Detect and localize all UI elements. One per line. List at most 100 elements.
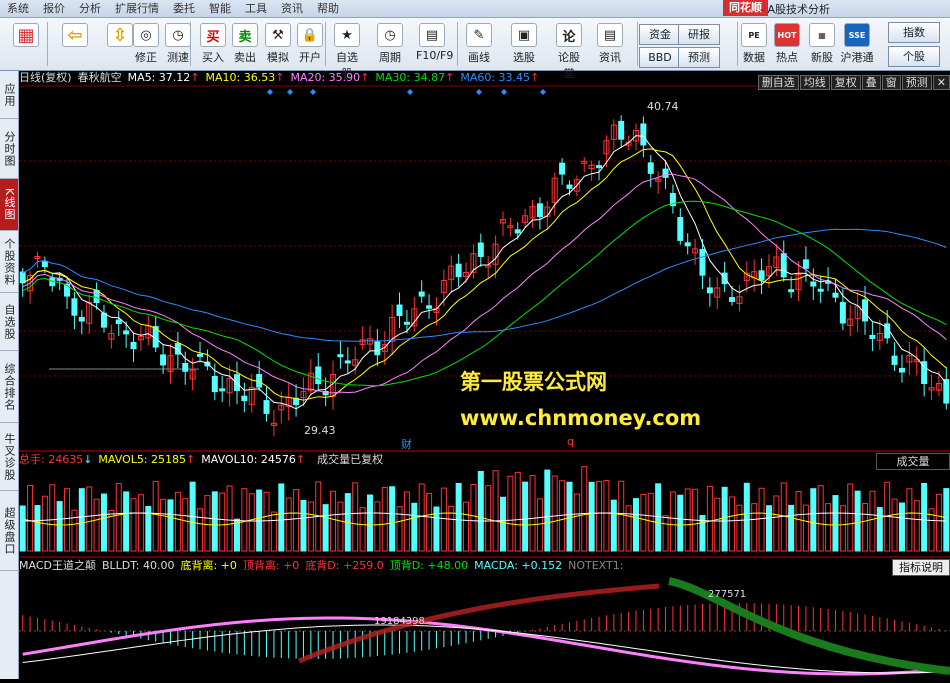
volume-bar — [152, 480, 159, 552]
volume-bar — [906, 488, 913, 552]
pen-button[interactable]: ✎ 画线 — [463, 20, 495, 68]
volume-bar — [293, 488, 300, 552]
news-button[interactable]: ▤ 资讯 — [594, 20, 626, 68]
nav-stock-profile[interactable]: 个股资料 — [0, 231, 18, 293]
simulate-button[interactable]: ⚒ 模拟 — [262, 20, 294, 68]
window-button[interactable]: 窗 — [881, 75, 901, 90]
select-stock-button[interactable]: ▣ 选股 — [508, 20, 540, 68]
sse-hkex-button[interactable]: SSE 沪港通 — [840, 20, 874, 68]
volume-bar — [876, 507, 883, 552]
candle-body — [241, 395, 248, 402]
lock-button[interactable]: 🔒 开户 — [294, 20, 326, 68]
fund-button[interactable]: 资金 — [639, 24, 681, 45]
back-arrow-button[interactable]: ⇦ — [55, 20, 95, 68]
volume-bar — [832, 495, 839, 552]
nav-kline[interactable]: K线图 — [0, 179, 18, 231]
volume-indicator-button[interactable]: 成交量 — [876, 453, 950, 470]
volume-bar — [869, 490, 876, 552]
star-icon: ★ — [334, 23, 360, 47]
candle-body — [677, 217, 684, 241]
clock-button[interactable]: ◷ 周期 — [374, 20, 406, 68]
kline-mode[interactable]: 日线(复权) — [19, 71, 72, 84]
volume-bar — [765, 505, 772, 552]
menu-analysis[interactable]: 分析 — [72, 0, 108, 17]
research-button[interactable]: 研报 — [678, 24, 720, 45]
menu-news[interactable]: 资讯 — [274, 0, 310, 17]
candle-body — [699, 248, 706, 276]
new-stock-button[interactable]: ▦ 新股 — [805, 20, 839, 68]
volume-bar — [810, 488, 817, 552]
indicator-help-button[interactable]: 指标说明 — [892, 559, 950, 576]
up-arrow-icon: ↑ — [445, 71, 455, 84]
ma-button[interactable]: 均线 — [799, 75, 830, 90]
mavol10-value: MAVOL10: 24576 — [201, 453, 296, 466]
candle-body — [71, 298, 78, 316]
sell-button[interactable]: 卖卖出 — [229, 20, 261, 68]
toolbar-label: 热点 — [776, 51, 798, 64]
volume-bar — [677, 494, 684, 552]
forecast-toolbar-button[interactable]: 预测 — [678, 47, 720, 68]
top-d-value: 顶背D: +48.00 — [389, 559, 469, 572]
volume-bar — [669, 491, 676, 552]
q-marker[interactable]: q — [567, 435, 574, 448]
stock-button[interactable]: 个股 — [888, 46, 940, 67]
nav-ranking[interactable]: 综合排名 — [0, 351, 18, 423]
volume-bar — [219, 492, 226, 552]
volume-bar — [248, 493, 255, 552]
candle-body — [477, 242, 484, 257]
correct-button[interactable]: ◎ 修正 — [130, 20, 162, 68]
notext-label: NOTEXT1: — [568, 559, 624, 572]
menu-system[interactable]: 系统 — [0, 0, 36, 17]
up-arrow-icon: ↑ — [186, 453, 196, 466]
nav-timeshare[interactable]: 分时图 — [0, 119, 18, 179]
volume-bar — [588, 481, 595, 552]
menu-help[interactable]: 帮助 — [310, 0, 346, 17]
volume-bar — [499, 496, 506, 552]
toolbar-label: 资讯 — [599, 51, 621, 64]
watermark-url: www.chnmoney.com — [460, 406, 702, 430]
forecast-button[interactable]: 预测 — [901, 75, 932, 90]
menu-trade[interactable]: 委托 — [166, 0, 202, 17]
pe-button[interactable]: PE 数据 — [737, 20, 771, 68]
hot-button[interactable]: HOT 热点 — [770, 20, 804, 68]
volume-bar — [56, 501, 63, 552]
candle-body — [891, 355, 898, 365]
buy-icon: 买 — [200, 23, 226, 47]
menu-tools[interactable]: 工具 — [238, 0, 274, 17]
menu-extended[interactable]: 扩展行情 — [108, 0, 166, 17]
f10-button[interactable]: ▤ F10/F9 — [416, 20, 453, 68]
buy-button[interactable]: 买买入 — [197, 20, 229, 68]
news-icon: ▤ — [597, 23, 623, 47]
nav-diagnosis[interactable]: 牛叉诊股 — [0, 423, 18, 491]
close-icon[interactable]: ✕ — [932, 75, 950, 90]
restore-right-button[interactable]: 复权 — [830, 75, 861, 90]
volume-bar — [359, 507, 366, 552]
volume-bar — [278, 483, 285, 552]
volume-bar — [78, 488, 85, 552]
nav-favorites[interactable]: 自选股 — [0, 293, 18, 351]
ma5-value: MA5: 37.12 — [127, 71, 191, 84]
nav-super-panel[interactable]: 超级盘口 — [0, 491, 18, 571]
back-arrow-icon: ⇦ — [62, 23, 88, 47]
finance-marker[interactable]: 财 — [401, 436, 412, 452]
volume-bar — [603, 480, 610, 552]
menu-smart[interactable]: 智能 — [202, 0, 238, 17]
volume-bar — [773, 495, 780, 552]
remove-favorite-button[interactable]: 删自选 — [757, 75, 799, 90]
menu-quote[interactable]: 报价 — [36, 0, 72, 17]
volume-bar — [211, 491, 218, 552]
grid-button[interactable]: ▦ — [6, 20, 46, 68]
volume-bar — [130, 498, 137, 552]
index-button[interactable]: 指数 — [888, 22, 940, 43]
forum-button[interactable]: 论论股堂 — [553, 20, 585, 80]
macd-name[interactable]: MACD王道之颠 — [19, 559, 96, 572]
up-arrow-icon: ↑ — [190, 71, 200, 84]
forum-icon: 论 — [556, 23, 582, 47]
volume-bar — [507, 475, 514, 552]
star-button[interactable]: ★ 自选股 — [331, 20, 363, 80]
candle-body — [810, 281, 817, 287]
bbd-button[interactable]: BBD — [639, 47, 681, 68]
ma10-value: MA10: 36.53 — [205, 71, 276, 84]
nav-apps[interactable]: 应用 — [0, 71, 18, 119]
overlay-button[interactable]: 叠 — [861, 75, 881, 90]
